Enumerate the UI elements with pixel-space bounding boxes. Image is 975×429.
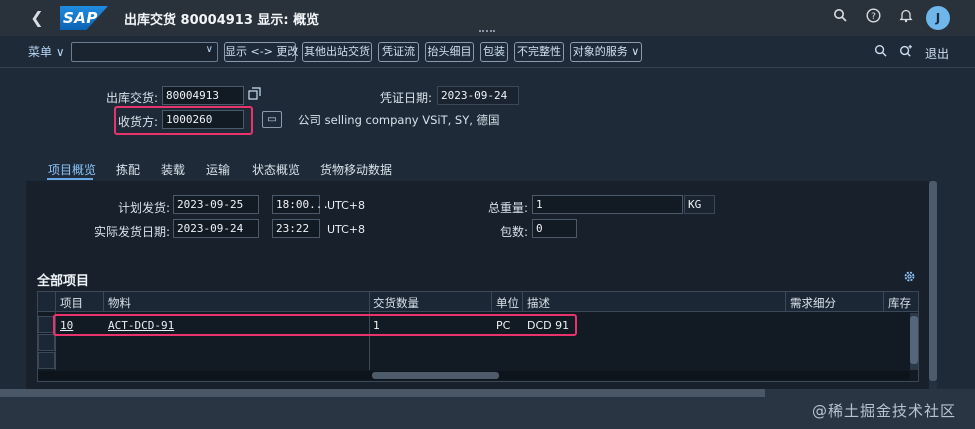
row-selector[interactable] — [38, 352, 55, 369]
column-divider — [491, 292, 492, 312]
column-header-requirement[interactable]: 需求细分 — [790, 295, 836, 311]
panel-scrollbar-thumb[interactable] — [929, 181, 937, 381]
chevron-down-icon[interactable]: ∨ — [206, 44, 213, 55]
back-icon[interactable]: ❮ — [26, 7, 48, 29]
actual-ship-date-field[interactable]: 2023-09-24 — [173, 219, 259, 238]
other-outbound-button[interactable]: 其他出站交货 — [302, 42, 372, 62]
doc-date-field[interactable]: 2023-09-24 — [437, 86, 519, 105]
packages-label: 包数: — [499, 225, 528, 239]
column-header-item[interactable]: 项目 — [60, 295, 83, 311]
incompletion-button[interactable]: 不完整性 — [514, 42, 564, 62]
column-divider — [103, 292, 104, 312]
row-selector[interactable] — [38, 334, 55, 351]
column-header-unit[interactable]: 单位 — [496, 295, 519, 311]
tab-transport[interactable]: 运输 — [206, 161, 230, 178]
tab-item-overview[interactable]: 项目概览 — [48, 161, 96, 178]
plan-ship-label: 计划发货: — [117, 201, 170, 215]
svg-text:?: ? — [871, 12, 876, 22]
delivery-label: 出库交货: — [105, 91, 158, 105]
tab-picking[interactable]: 拣配 — [116, 161, 140, 178]
packages-field[interactable]: 0 — [532, 219, 577, 238]
gross-weight-field[interactable]: 1 — [532, 195, 683, 214]
shipto-label: 收货方: — [117, 115, 158, 129]
table-vertical-scrollbar-thumb[interactable] — [910, 316, 918, 364]
partner-details-icon[interactable]: ▭ — [262, 111, 282, 128]
table-header — [38, 292, 918, 312]
gross-weight-label: 总重量: — [487, 201, 528, 215]
column-divider — [785, 292, 786, 312]
company-text: 公司 selling company VSiT, SY, 德国 — [298, 113, 500, 127]
bell-icon[interactable] — [896, 8, 916, 28]
exit-button[interactable]: 退出 — [925, 45, 949, 62]
gear-icon[interactable] — [903, 270, 916, 287]
menu-label: 菜单 — [28, 45, 53, 59]
active-tab-indicator — [47, 178, 93, 180]
find-next-icon[interactable] — [899, 44, 913, 61]
weight-unit-field[interactable]: KG — [684, 195, 715, 214]
items-section-title: 全部项目 — [37, 274, 90, 289]
column-header-description[interactable]: 描述 — [527, 295, 550, 311]
actual-ship-label: 实际发货日期: — [93, 225, 170, 239]
column-divider — [883, 292, 884, 312]
menu-button[interactable]: 菜单 ∨ — [28, 43, 65, 60]
plan-ship-date-field[interactable]: 2023-09-25 — [173, 195, 259, 214]
header-details-button[interactable]: 抬头细目 — [425, 42, 474, 62]
column-header-quantity[interactable]: 交货数量 — [373, 295, 419, 311]
chevron-down-icon[interactable]: ∨ — [293, 9, 301, 22]
tab-status-overview[interactable]: 状态概览 — [252, 161, 300, 178]
watermark: @稀土掘金技术社区 — [812, 402, 957, 420]
object-services-button[interactable]: 对象的服务 ∨ — [570, 42, 642, 62]
doc-date-label: 凭证日期: — [379, 91, 432, 105]
object-services-label: 对象的服务 — [572, 45, 628, 58]
grip-handle[interactable] — [479, 30, 495, 34]
plan-timezone: UTC+8 — [327, 199, 366, 212]
actual-timezone: UTC+8 — [327, 223, 366, 236]
copy-icon[interactable] — [248, 87, 261, 103]
search-icon[interactable] — [830, 8, 850, 28]
packing-button[interactable]: 包装 — [480, 42, 508, 62]
plan-ship-time-field[interactable]: 18:00... — [272, 195, 329, 214]
column-header-material[interactable]: 物料 — [108, 295, 131, 311]
actual-ship-time-field[interactable]: 23:22 — [272, 219, 320, 238]
delivery-field[interactable]: 80004913 — [162, 86, 244, 105]
display-change-button[interactable]: 显示 <-> 更改 — [224, 42, 298, 62]
table-horizontal-scrollbar-thumb[interactable] — [372, 372, 499, 379]
tab-loading[interactable]: 装载 — [161, 161, 185, 178]
column-divider — [522, 292, 523, 312]
row-highlight — [53, 314, 577, 336]
shipto-field[interactable]: 1000260 — [162, 110, 244, 129]
command-combo[interactable]: ∨ — [71, 42, 218, 62]
help-icon[interactable]: ? — [863, 8, 883, 28]
find-icon[interactable] — [874, 44, 887, 61]
column-header-stock[interactable]: 库存 — [888, 295, 911, 311]
app-title[interactable]: 出库交货 80004913 显示: 概览 — [124, 9, 319, 28]
page-horizontal-scrollbar[interactable] — [0, 389, 765, 397]
tab-goods-movement[interactable]: 货物移动数据 — [320, 161, 392, 178]
document-flow-button[interactable]: 凭证流 — [378, 42, 419, 62]
avatar[interactable]: J — [926, 6, 950, 30]
